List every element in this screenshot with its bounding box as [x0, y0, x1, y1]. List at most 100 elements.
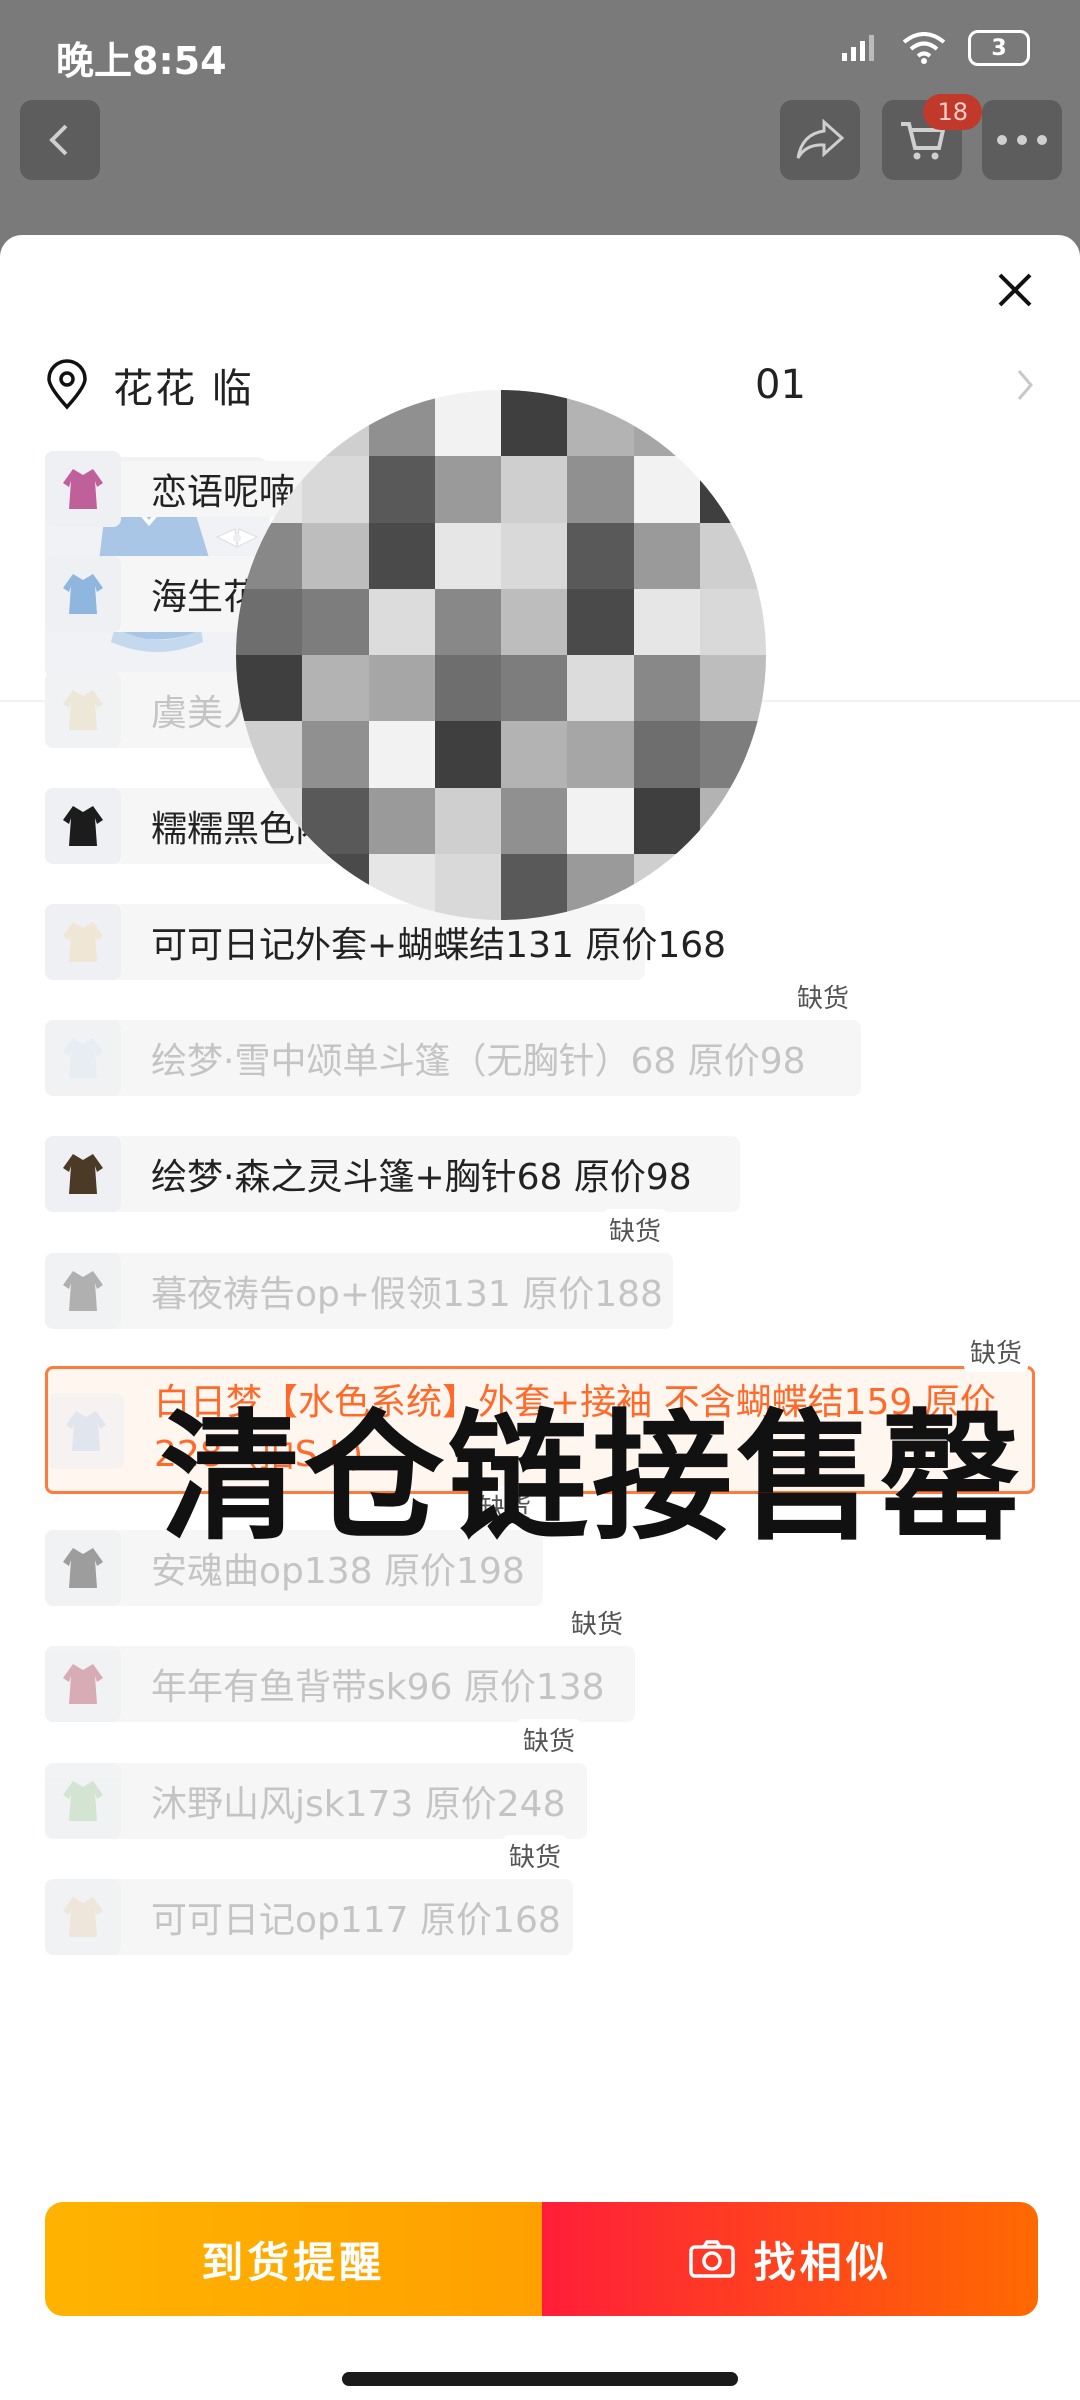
mosaic-cell: [236, 588, 303, 655]
more-button[interactable]: [982, 100, 1062, 180]
sku-thumbnail: [45, 788, 121, 864]
restock-reminder-button[interactable]: 到货提醒: [45, 2202, 542, 2316]
back-button[interactable]: [20, 100, 100, 180]
mosaic-cell: [633, 787, 700, 854]
garment-icon: [63, 690, 103, 730]
garment-icon: [63, 1897, 103, 1937]
mosaic-cell: [434, 853, 501, 920]
sku-option[interactable]: 暮夜祷告op+假领131 原价188 缺货: [45, 1209, 673, 1329]
sku-thumbnail: [45, 1763, 121, 1839]
mosaic-cell: [699, 721, 766, 788]
mosaic-cell: [501, 853, 568, 920]
garment-icon: [63, 1271, 103, 1311]
more-icon: [997, 135, 1047, 145]
sku-thumbnail: [45, 1020, 121, 1096]
garment-icon: [63, 1664, 103, 1704]
battery-level: 3: [991, 35, 1007, 61]
sku-option[interactable]: 绘梦·森之灵斗篷+胸针68 原价98: [45, 1136, 740, 1212]
garment-icon: [63, 806, 103, 846]
share-button[interactable]: [780, 100, 860, 180]
sku-selector-sheet: 花花 临 01 - 货 恋语呢喃op117 原价168海生花op+蝴蝶结198 …: [0, 235, 1080, 2400]
garment-icon: [63, 1154, 103, 1194]
top-nav: 18: [0, 94, 1080, 220]
garment-icon: [63, 1781, 103, 1821]
mosaic-cell: [501, 522, 568, 589]
sku-option-label: 可可日记外套+蝴蝶结131 原价168: [151, 925, 727, 966]
mosaic-cell: [302, 721, 369, 788]
sku-thumbnail: [45, 556, 121, 632]
cart-button[interactable]: 18: [882, 94, 982, 180]
mosaic-cell: [699, 588, 766, 655]
out-of-stock-tag: 缺货: [790, 976, 855, 1017]
battery-icon: 3: [968, 30, 1030, 66]
sku-thumbnail: [48, 1393, 124, 1469]
sku-option-label: 暮夜祷告op+假领131 原价188: [151, 1274, 663, 1315]
signal-icon: [842, 35, 874, 61]
cart-count-badge: 18: [923, 94, 982, 130]
mosaic-cell: [567, 655, 634, 722]
chevron-right-icon: [1017, 370, 1033, 400]
sku-option[interactable]: 可可日记op117 原价168 缺货: [45, 1835, 573, 1955]
address-tail: 01: [755, 362, 806, 408]
sku-option[interactable]: 绘梦·雪中颂单斗篷（无胸针）68 原价98 缺货: [45, 976, 861, 1096]
mosaic-cell: [368, 456, 435, 523]
mosaic-cell: [567, 588, 634, 655]
sku-thumbnail: [45, 451, 121, 527]
restock-reminder-label: 到货提醒: [201, 2237, 386, 2287]
garment-icon: [63, 1548, 103, 1588]
mosaic-cell: [434, 787, 501, 854]
mosaic-cell: [567, 522, 634, 589]
garment-icon: [63, 1038, 103, 1078]
mosaic-cell: [434, 655, 501, 722]
mosaic-cell: [434, 522, 501, 589]
find-similar-button[interactable]: 找相似: [541, 2202, 1038, 2316]
mosaic-cell: [633, 721, 700, 788]
mosaic-cell: [501, 721, 568, 788]
sku-thumbnail: [45, 904, 121, 980]
share-icon: [796, 118, 845, 159]
out-of-stock-tag: 缺货: [602, 1209, 667, 1250]
action-bar: 到货提醒 找相似: [45, 2202, 1038, 2316]
mosaic-cell: [699, 853, 766, 920]
close-button[interactable]: [990, 265, 1040, 315]
mosaic-cell: [434, 390, 501, 457]
mosaic-cell: [567, 721, 634, 788]
mosaic-cell: [368, 588, 435, 655]
sku-option[interactable]: 可可日记外套+蝴蝶结131 原价168: [45, 904, 726, 980]
sku-option-label: 绘梦·森之灵斗篷+胸针68 原价98: [151, 1157, 692, 1198]
sold-out-watermark: 清仓链接售罄: [160, 1397, 1025, 1560]
status-time: 晚上8:54: [56, 39, 227, 83]
mosaic-cell: [699, 787, 766, 854]
garment-icon: [63, 469, 103, 509]
mosaic-cell: [567, 787, 634, 854]
address-partial: 临: [211, 366, 254, 412]
camera-icon: [688, 2240, 735, 2278]
address-name: 花花 临: [113, 356, 254, 414]
mosaic-cell: [633, 588, 700, 655]
mosaic-cell: [368, 522, 435, 589]
find-similar-label: 找相似: [753, 2237, 892, 2287]
status-icons: 3: [840, 30, 1030, 66]
sku-option[interactable]: 沐野山风jsk173 原价248 缺货: [45, 1719, 587, 1839]
mosaic-cell: [368, 721, 435, 788]
mosaic-cell: [434, 721, 501, 788]
mosaic-cell: [434, 456, 501, 523]
wifi-icon: [902, 32, 946, 64]
sku-option-label: 沐野山风jsk173 原价248: [151, 1784, 566, 1825]
mosaic-cell: [368, 787, 435, 854]
mosaic-cell: [434, 588, 501, 655]
location-pin-icon: [47, 359, 87, 410]
mosaic-cell: [567, 456, 634, 523]
sku-thumbnail: [45, 1253, 121, 1329]
mosaic-cell: [302, 522, 369, 589]
mosaic-cell: [633, 522, 700, 589]
mosaic-cell: [501, 390, 568, 457]
mosaic-cell: [633, 655, 700, 722]
garment-icon: [66, 1411, 106, 1451]
mosaic-cell: [699, 456, 766, 523]
sku-thumbnail: [45, 1530, 121, 1606]
sku-option[interactable]: 年年有鱼背带sk96 原价138 缺货: [45, 1602, 635, 1722]
garment-icon: [63, 574, 103, 614]
home-indicator[interactable]: [342, 2372, 738, 2386]
mosaic-cell: [302, 655, 369, 722]
